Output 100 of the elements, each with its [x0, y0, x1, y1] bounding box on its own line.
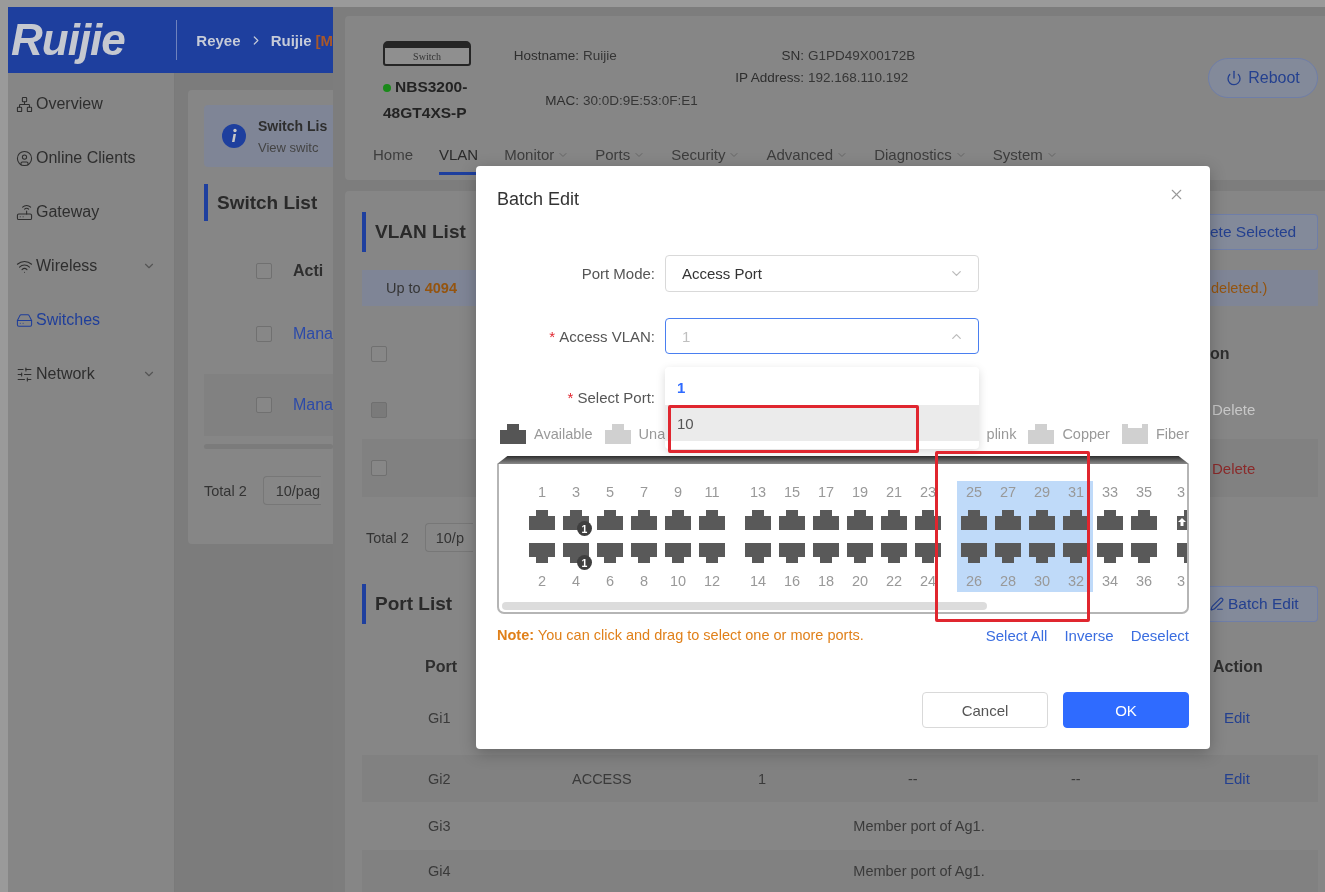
sidebar-item[interactable]: Switches	[8, 293, 174, 347]
port-badge: 1	[577, 555, 592, 570]
manage-link[interactable]: Mana	[292, 396, 333, 414]
page-size-select[interactable]: 10/pag	[262, 476, 321, 505]
page-size-select[interactable]: 10/p	[424, 523, 473, 552]
port[interactable]: 2	[525, 536, 559, 592]
ethernet-port-icon	[847, 543, 873, 563]
ethernet-port-icon	[1131, 510, 1157, 530]
nav-tab[interactable]: System	[992, 138, 1058, 175]
field-value: Ruijie	[583, 47, 617, 63]
delete-link[interactable]: Delete	[1210, 459, 1256, 477]
port-legend-icon	[1121, 424, 1148, 444]
port[interactable]: 9	[661, 481, 695, 536]
port[interactable]: 28	[991, 536, 1025, 592]
batch-edit-button[interactable]: Batch Edit	[1210, 586, 1318, 622]
port[interactable]: 3 1	[559, 481, 593, 536]
select-field[interactable]: Access Port	[665, 255, 979, 292]
port[interactable]: 26	[957, 536, 991, 592]
field-value: G1PD49X00172B	[808, 47, 916, 63]
dropdown-option[interactable]: 10	[665, 405, 979, 441]
port[interactable]: 25	[957, 481, 991, 536]
port[interactable]: 6	[593, 536, 627, 592]
port[interactable]: 1	[525, 481, 559, 536]
dropdown-option[interactable]: 1	[665, 369, 979, 405]
port[interactable]: 3	[1173, 536, 1187, 592]
port[interactable]: 18	[809, 536, 843, 592]
table-cell-text: Gi1	[427, 709, 451, 726]
edit-link[interactable]: Edit	[1210, 709, 1250, 726]
port[interactable]: 24	[911, 536, 945, 592]
port[interactable]: 12	[695, 536, 729, 592]
delete-selected-button[interactable]: ete Selected	[1210, 214, 1318, 250]
port[interactable]: 16	[775, 536, 809, 592]
ok-button[interactable]: OK	[1063, 692, 1189, 728]
cancel-button[interactable]: Cancel	[922, 692, 1048, 728]
port[interactable]: 10	[661, 536, 695, 592]
port[interactable]: 36	[1127, 536, 1161, 592]
port[interactable]: 29	[1025, 481, 1059, 536]
ethernet-port-icon	[631, 510, 657, 530]
port[interactable]: 23	[911, 481, 945, 536]
port[interactable]: 7	[627, 481, 661, 536]
port[interactable]: 4 1	[559, 536, 593, 592]
ethernet-port-icon	[1097, 543, 1123, 563]
sidebar-item[interactable]: Wireless	[8, 239, 174, 293]
ethernet-port-icon	[1177, 543, 1187, 563]
selection-link[interactable]: Deselect	[1130, 626, 1189, 644]
breadcrumb-tag: [M	[315, 31, 333, 49]
sidebar-item[interactable]: Overview	[8, 77, 174, 131]
port[interactable]: 21	[877, 481, 911, 536]
ethernet-port-icon	[995, 510, 1021, 530]
notice-text: deleted.)	[1210, 280, 1268, 296]
port[interactable]: 35	[1127, 481, 1161, 536]
ethernet-port-icon	[779, 543, 805, 563]
port[interactable]: 20	[843, 536, 877, 592]
table-cell-text: Gi2	[427, 770, 451, 787]
ethernet-port-icon	[745, 510, 771, 530]
port[interactable]: 22	[877, 536, 911, 592]
info-icon	[221, 124, 246, 148]
nav-tab[interactable]: Ports	[595, 138, 646, 175]
nav-tab[interactable]: Diagnostics	[874, 138, 967, 175]
ethernet-port-icon	[631, 543, 657, 563]
port[interactable]: 11	[695, 481, 729, 536]
port[interactable]: 17	[809, 481, 843, 536]
manage-link[interactable]: Mana	[292, 324, 333, 343]
port[interactable]: 33	[1093, 481, 1127, 536]
legend-label: Fiber	[1155, 426, 1189, 442]
column-header: Action	[1212, 658, 1263, 676]
ethernet-port-icon	[995, 543, 1021, 563]
port[interactable]: 27	[991, 481, 1025, 536]
sidebar-item[interactable]: Gateway	[8, 185, 174, 239]
reboot-button[interactable]: Reboot	[1208, 58, 1318, 98]
port[interactable]: 15	[775, 481, 809, 536]
sidebar-item[interactable]: Online Clients	[8, 131, 174, 185]
banner-title: Switch Lis	[257, 117, 328, 134]
breadcrumb-item[interactable]: Reyee	[196, 31, 241, 49]
ethernet-port-icon	[961, 510, 987, 530]
port[interactable]: 19	[843, 481, 877, 536]
ethernet-port-icon	[665, 510, 691, 530]
ethernet-port-icon	[1131, 543, 1157, 563]
section-title: VLAN List	[362, 212, 466, 252]
nav-tab[interactable]: Security	[671, 138, 741, 175]
table-cell-text: Member port of Ag1.	[852, 863, 986, 879]
edit-link[interactable]: Edit	[1210, 770, 1250, 787]
sidebar-item[interactable]: Network	[8, 347, 174, 401]
nav-tab[interactable]: Home	[373, 138, 413, 175]
nav-tab[interactable]: Monitor	[504, 138, 570, 175]
selection-link[interactable]: Inverse	[1064, 626, 1114, 644]
port[interactable]: 34	[1093, 536, 1127, 592]
scrollbar-thumb[interactable]	[502, 602, 987, 610]
port[interactable]: 13	[741, 481, 775, 536]
breadcrumb-item[interactable]: Ruijie	[270, 31, 312, 49]
nav-tab[interactable]: Advanced	[766, 138, 849, 175]
select-field[interactable]: 1	[665, 318, 979, 354]
port[interactable]: 5	[593, 481, 627, 536]
selection-link[interactable]: Select All	[985, 626, 1048, 644]
port[interactable]: 8	[627, 536, 661, 592]
port[interactable]: 3	[1173, 481, 1187, 536]
port[interactable]: 30	[1025, 536, 1059, 592]
sliders-icon	[16, 365, 33, 383]
port[interactable]: 14	[741, 536, 775, 592]
table-cell-text: --	[1071, 770, 1082, 787]
